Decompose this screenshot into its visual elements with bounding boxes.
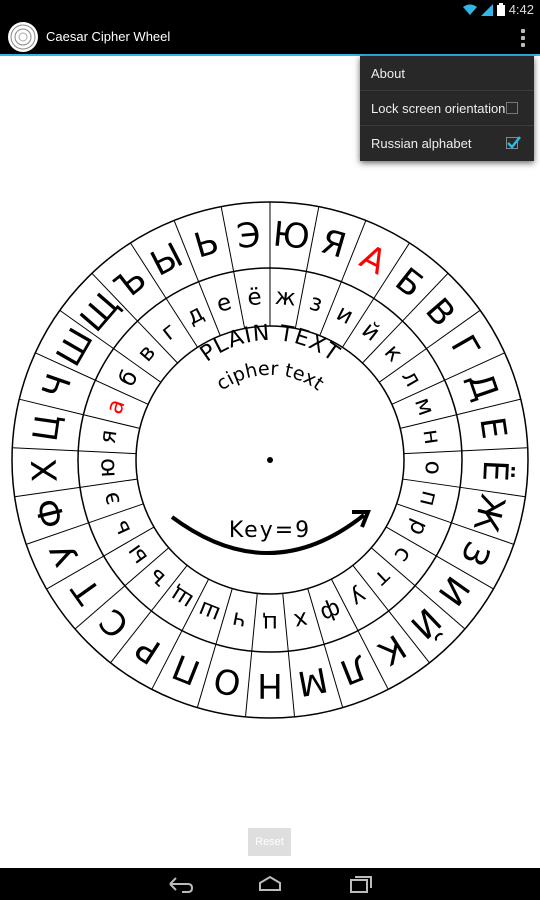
inner-letter: ж — [274, 284, 297, 312]
cipher-wheel[interactable]: АБВГДЕЁЖЗИЙКЛМНОПРСТУФХЦЧШЩЪЫ Ь Э Ю Я абвгд е… — [0, 190, 540, 730]
outer-letter: Х — [25, 458, 66, 483]
reset-button[interactable]: Reset — [248, 828, 291, 856]
outer-letter: Ё — [474, 459, 515, 482]
menu-item-lock-orientation[interactable]: Lock screen orientation — [360, 91, 534, 126]
lock-orientation-checkbox[interactable] — [506, 102, 518, 114]
menu-item-about[interactable]: About — [360, 56, 534, 91]
recent-apps-icon[interactable] — [348, 874, 374, 894]
navigation-bar — [0, 868, 540, 900]
outer-letter: Н — [257, 665, 283, 705]
app-title: Caesar Cipher Wheel — [46, 29, 171, 44]
overflow-menu-icon[interactable] — [516, 26, 530, 50]
outer-letter: Ю — [271, 214, 311, 257]
russian-alphabet-checkbox[interactable] — [506, 136, 521, 149]
menu-item-label: Russian alphabet — [371, 136, 472, 151]
home-icon[interactable] — [257, 874, 283, 894]
checkmark-icon — [507, 136, 521, 149]
back-icon[interactable] — [168, 874, 194, 894]
status-bar: 4:42 — [0, 0, 540, 20]
inner-letter: ю — [94, 457, 121, 478]
inner-letter: ц — [262, 610, 278, 636]
outer-letter: Ц — [26, 412, 69, 444]
outer-letter: Э — [235, 215, 262, 257]
menu-item-label: Lock screen orientation — [371, 101, 506, 116]
clock: 4:42 — [508, 2, 534, 17]
inner-letter: о — [419, 460, 446, 475]
action-bar: Caesar Cipher Wheel — [0, 20, 540, 56]
wifi-icon — [462, 4, 477, 15]
key-label: Key=9 — [229, 518, 311, 543]
center-dot — [267, 457, 273, 463]
menu-item-russian-alphabet[interactable]: Russian alphabet — [360, 126, 534, 161]
battery-icon — [496, 3, 505, 16]
app-logo-icon — [8, 22, 38, 52]
signal-icon — [480, 3, 493, 16]
inner-letter: ё — [246, 284, 263, 311]
overflow-menu: About Lock screen orientation Russian al… — [360, 56, 534, 161]
